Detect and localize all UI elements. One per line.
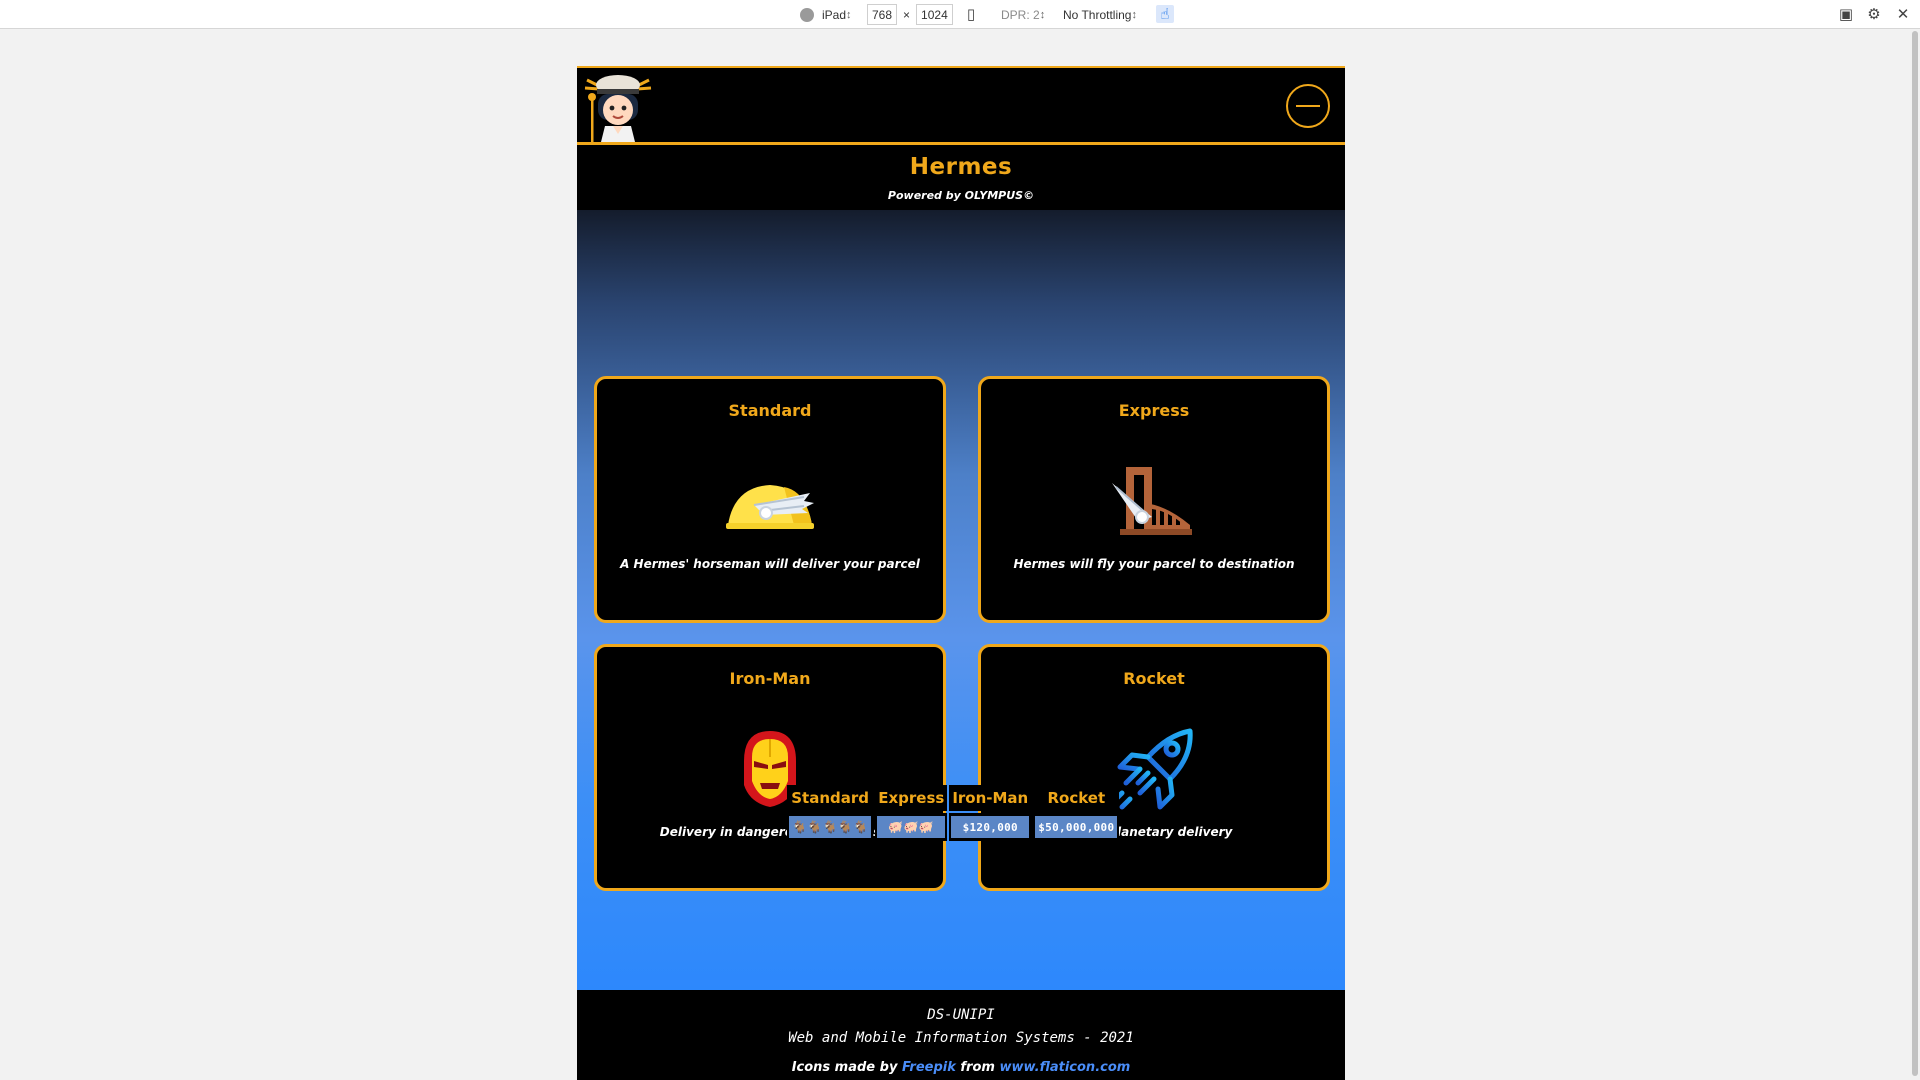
viewport-height-input[interactable]: 1024 — [916, 4, 953, 25]
throttling-selector[interactable]: No Throttling ↕ — [1063, 4, 1137, 25]
device-icon — [800, 7, 814, 22]
dropdown-icon: ↕ — [1131, 8, 1137, 21]
rotate-icon[interactable]: ▯ — [962, 5, 980, 23]
pricing-header-rocket: Rocket — [1033, 785, 1120, 811]
powered-by-text: Powered by OLYMPUS© — [887, 189, 1035, 202]
pricing-header-express: Express — [875, 785, 948, 811]
scrollbar-thumb[interactable] — [1912, 31, 1918, 1076]
credit-from: from — [960, 1060, 995, 1075]
card-title: Iron-Man — [729, 669, 811, 688]
pricing-cell: 🐐🐐🐐🐐🐐 — [787, 813, 874, 841]
page-scrollbar[interactable] — [1910, 29, 1920, 1080]
pricing-value-row: 🐐🐐🐐🐐🐐 🐖🐖🐖 $120,000 $50,000,000 — [787, 813, 1120, 841]
menu-toggle-button[interactable] — [1286, 84, 1330, 128]
throttling-label: No Throttling — [1063, 7, 1132, 22]
dpr-selector[interactable]: DPR: 2 ↕ — [1001, 4, 1045, 25]
card-title: Rocket — [1123, 669, 1185, 688]
footer-course: Web and Mobile Information Systems - 202… — [788, 1030, 1134, 1046]
device-selector[interactable]: iPad ↕ — [800, 4, 852, 25]
price-standard-goats: 🐐🐐🐐🐐🐐 — [789, 816, 872, 838]
dropdown-icon: ↕ — [846, 8, 852, 21]
viewport-width-input[interactable]: 768 — [867, 4, 898, 25]
device-viewport: Hermes Powered by OLYMPUS© Standard A He… — [577, 66, 1345, 1080]
page-footer: DS-UNIPI Web and Mobile Information Syst… — [577, 990, 1345, 1080]
freepik-link[interactable]: Freepik — [902, 1060, 956, 1075]
page-title: Hermes — [909, 154, 1013, 180]
dropdown-icon: ↕ — [1039, 8, 1046, 21]
settings-icon[interactable]: ⚙ — [1865, 5, 1883, 23]
pricing-cell: 🐖🐖🐖 — [875, 813, 948, 841]
pricing-header-standard: Standard — [787, 785, 874, 811]
credit-prefix: Icons made by — [791, 1060, 898, 1075]
card-standard[interactable]: Standard A Hermes' horseman will deliver… — [594, 376, 946, 623]
footer-credits: Icons made by Freepik from www.flaticon.… — [577, 1060, 1345, 1075]
card-express[interactable]: Express Hermes will fly your parcel to d… — [978, 376, 1330, 623]
devtools-device-toolbar: iPad ↕ 768 × 1024 ▯ DPR: 2 ↕ No Throttli… — [0, 0, 1920, 29]
top-navbar — [577, 66, 1345, 145]
pricing-header-iron-man: Iron-Man — [949, 785, 1032, 811]
rocket-icon — [1108, 727, 1200, 813]
winged-helmet-icon — [724, 459, 816, 545]
pricing-header-row: Standard Express Iron-Man Rocket — [787, 785, 1120, 811]
card-description: A Hermes' horseman will deliver your par… — [620, 557, 920, 571]
screenshot-icon[interactable]: ▣ — [1837, 5, 1855, 23]
card-title: Standard — [728, 401, 812, 420]
title-banner: Hermes Powered by OLYMPUS© — [577, 145, 1345, 210]
pricing-cell: $120,000 — [949, 813, 1032, 841]
footer-org: DS-UNIPI — [927, 1007, 995, 1023]
winged-sandal-icon — [1108, 459, 1200, 545]
device-name: iPad — [822, 7, 847, 22]
pricing-cell: $50,000,000 — [1033, 813, 1120, 841]
card-iron-man[interactable]: Iron-Man Delivery in dangerous situation… — [594, 644, 946, 891]
hermes-logo-icon[interactable] — [583, 70, 653, 142]
flaticon-link[interactable]: www.flaticon.com — [999, 1060, 1130, 1075]
price-iron-man: $120,000 — [951, 816, 1030, 838]
card-title: Express — [1118, 401, 1190, 420]
price-express-pigs: 🐖🐖🐖 — [877, 816, 946, 838]
dpr-label: DPR: 2 — [1001, 7, 1040, 22]
price-rocket: $50,000,000 — [1035, 816, 1118, 838]
card-rocket[interactable]: Rocket Interplanetary delivery — [978, 644, 1330, 891]
dimension-separator: × — [903, 7, 911, 22]
pricing-table: Standard Express Iron-Man Rocket 🐐🐐🐐🐐🐐 🐖… — [785, 783, 1121, 843]
touch-icon[interactable]: ☝ — [1156, 5, 1174, 23]
main-content: Standard A Hermes' horseman will deliver… — [577, 210, 1345, 990]
card-description: Hermes will fly your parcel to destinati… — [1013, 557, 1295, 571]
close-icon[interactable]: ✕ — [1894, 5, 1912, 23]
